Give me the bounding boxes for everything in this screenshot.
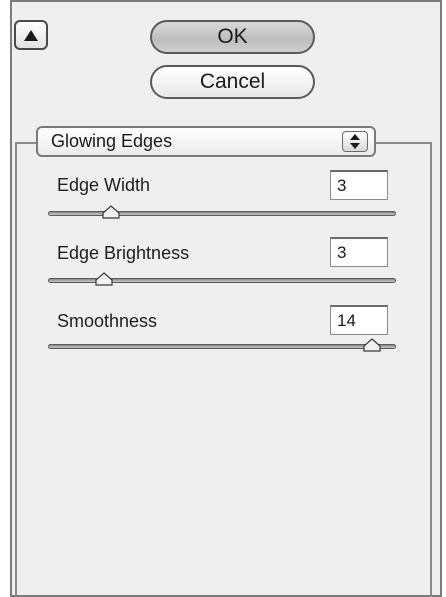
smoothness-input[interactable] [330, 305, 388, 335]
ok-button[interactable]: OK [150, 20, 315, 54]
edge-brightness-slider-thumb[interactable] [95, 272, 113, 286]
cancel-button[interactable]: Cancel [150, 65, 315, 99]
collapse-button[interactable] [14, 20, 48, 50]
edge-brightness-input[interactable] [330, 237, 388, 267]
smoothness-slider[interactable] [48, 344, 396, 349]
smoothness-slider-thumb[interactable] [363, 338, 381, 352]
edge-width-slider[interactable] [48, 211, 396, 216]
triangle-up-icon [24, 29, 38, 41]
edge-brightness-label: Edge Brightness [57, 243, 190, 263]
edge-width-label: Edge Width [57, 175, 151, 195]
smoothness-label: Smoothness [57, 311, 158, 331]
up-down-arrows-icon[interactable] [342, 131, 368, 152]
edge-width-input[interactable] [330, 170, 388, 200]
filter-select[interactable]: Glowing Edges [36, 126, 376, 157]
filter-select-value: Glowing Edges [51, 131, 173, 151]
edge-width-slider-thumb[interactable] [102, 205, 120, 219]
